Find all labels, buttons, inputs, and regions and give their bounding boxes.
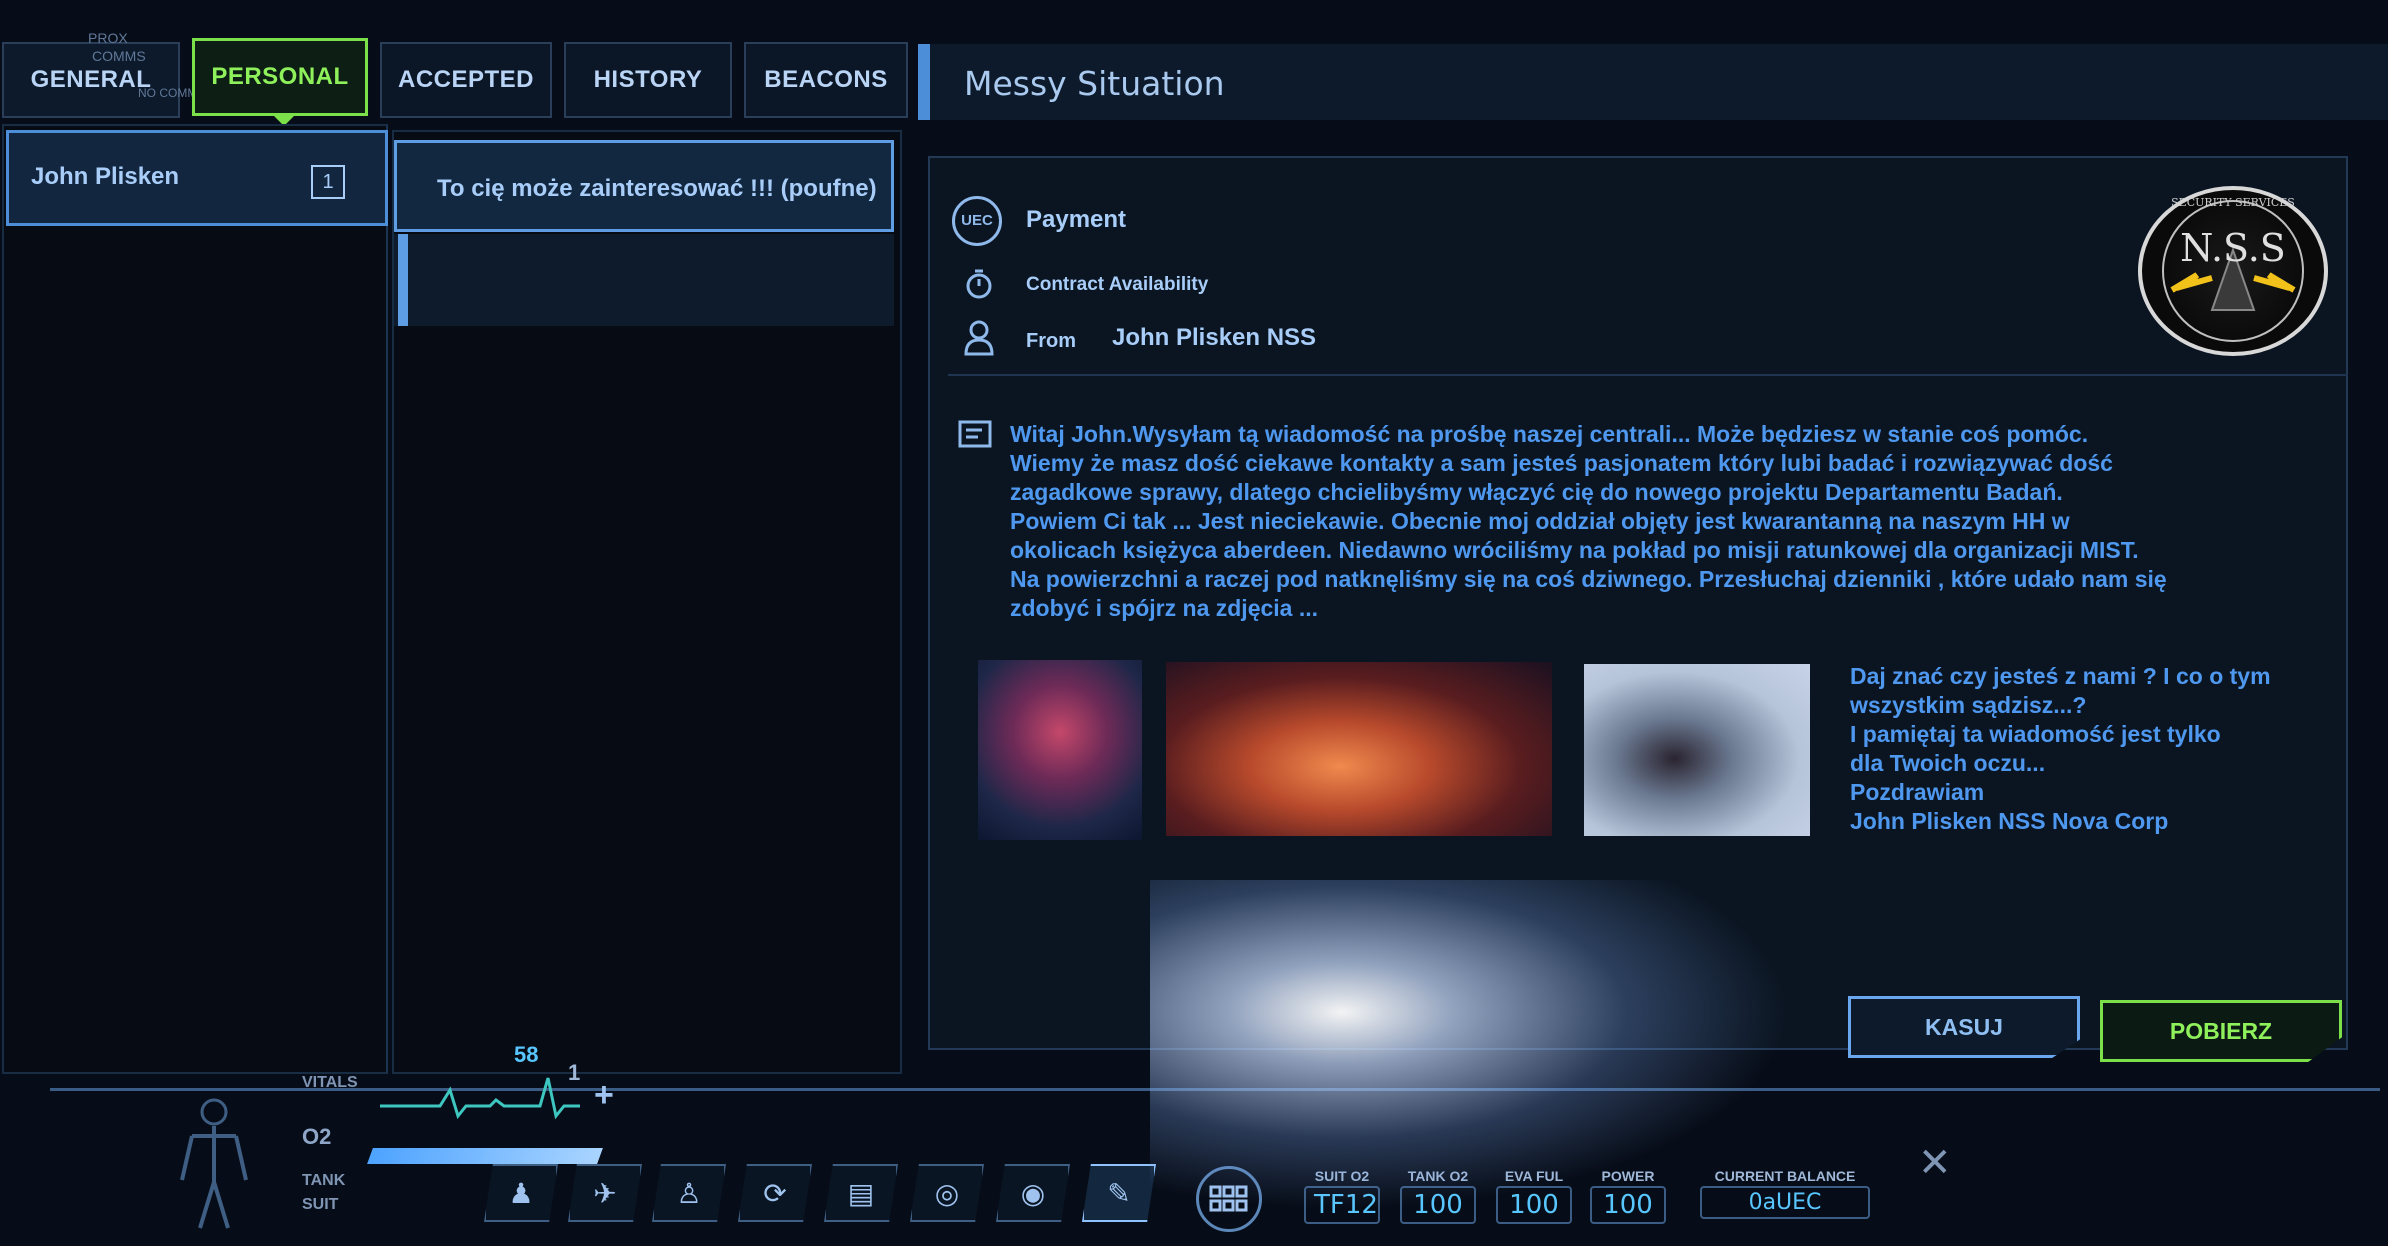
dock-security-button[interactable]: ◉: [996, 1164, 1070, 1222]
message-closing-text: Daj znać czy jesteś z nami ? I co o tym …: [1850, 663, 2271, 834]
nss-logo-text: N.S.S: [2180, 226, 2286, 270]
download-button-label: POBIERZ: [2169, 1017, 2273, 1044]
message-list-item[interactable]: To cię może zainteresować !!! (poufne): [394, 140, 894, 232]
header-divider: [948, 374, 2348, 376]
tab-accepted[interactable]: ACCEPTED: [380, 42, 552, 118]
dock-character-button[interactable]: ♙: [652, 1164, 726, 1222]
contact-name: John Plisken: [31, 163, 180, 190]
scroll-indicator: [398, 234, 408, 326]
map-icon: ◎: [934, 1177, 960, 1209]
attachment-photo-3[interactable]: [1584, 664, 1810, 836]
tab-personal-label: PERSONAL: [211, 63, 349, 90]
stat-tank-o2: TANK O2 100: [1400, 1168, 1476, 1224]
person-icon: ♙: [676, 1177, 702, 1209]
message-title-bar: Messy Situation: [918, 44, 2388, 120]
grid-icon: [1209, 1185, 1248, 1212]
from-value: John Plisken NSS: [1112, 324, 1317, 351]
o2-gauge-bar: [367, 1148, 603, 1164]
current-balance: CURRENT BALANCE 0aUEC: [1700, 1168, 1870, 1219]
contracts-icon: ✎: [1107, 1177, 1131, 1209]
stat-value: TF12: [1304, 1186, 1380, 1224]
tab-general[interactable]: GENERAL: [2, 42, 180, 118]
tab-history[interactable]: HISTORY: [564, 42, 732, 118]
message-subject: To cię może zainteresować !!! (poufne): [437, 175, 877, 202]
security-icon: ◉: [1020, 1177, 1046, 1209]
contract-availability-label: Contract Availability: [1026, 274, 1209, 295]
tab-personal[interactable]: PERSONAL: [192, 38, 368, 116]
ship-icon: ✈: [593, 1177, 617, 1209]
stat-label: SUIT O2: [1314, 1168, 1370, 1184]
attachment-photo-2[interactable]: [1166, 662, 1552, 836]
stat-label: TANK O2: [1407, 1168, 1469, 1184]
dock-mobiglas-button[interactable]: ▤: [824, 1164, 898, 1222]
cart-icon: ▤: [847, 1177, 875, 1209]
nss-logo-ring-text: SECURITY SERVICES: [2171, 196, 2295, 209]
message-body-text: Witaj John.Wysyłam tą wiadomość na prośb…: [1010, 421, 2167, 621]
from-label: From: [1026, 330, 1076, 352]
tab-accepted-label: ACCEPTED: [397, 66, 534, 93]
stat-suit-o2: SUIT O2 TF12: [1304, 1168, 1380, 1224]
dock-contacts-button[interactable]: ♟: [484, 1164, 558, 1222]
body-silhouette-icon: [164, 1096, 264, 1237]
stat-power: POWER 100: [1590, 1168, 1666, 1224]
dock-commlink-button[interactable]: ⟳: [738, 1164, 812, 1222]
stat-value: 100: [1496, 1186, 1572, 1224]
tab-general-label: GENERAL: [30, 66, 152, 93]
gauge-marker: 1: [568, 1060, 581, 1085]
attachment-photo-1[interactable]: [978, 660, 1142, 840]
suit-label: SUIT: [302, 1196, 339, 1213]
people-icon: ♟: [508, 1177, 534, 1209]
add-icon[interactable]: +: [594, 1076, 614, 1115]
payment-label: Payment: [1026, 206, 1127, 233]
heart-rate-value: 58: [514, 1042, 539, 1067]
stat-eva-fuel: EVA FUL 100: [1496, 1168, 1572, 1224]
stat-label: POWER: [1601, 1168, 1655, 1184]
tab-beacons-label: BEACONS: [764, 66, 888, 93]
user-icon: [964, 320, 994, 361]
close-icon[interactable]: ✕: [1918, 1140, 1952, 1186]
dock-contracts-button[interactable]: ✎: [1082, 1164, 1156, 1222]
delete-button-label: KASUJ: [1925, 1013, 2003, 1040]
dock-map-button[interactable]: ◎: [910, 1164, 984, 1222]
tank-label: TANK: [302, 1172, 346, 1189]
balance-value: 0aUEC: [1700, 1186, 1870, 1219]
message-body-icon: [958, 420, 992, 453]
stopwatch-icon: [964, 268, 994, 305]
tab-history-label: HISTORY: [593, 66, 703, 93]
comms-label: COMMS: [92, 48, 146, 64]
contact-item-john-plisken[interactable]: John Plisken 1: [6, 130, 388, 226]
o2-label: O2: [302, 1124, 332, 1149]
nss-logo: N.S.S SECURITY SERVICES: [2138, 186, 2328, 356]
message-list-empty-slot: [394, 234, 894, 326]
prox-label: PROX: [88, 30, 128, 46]
page-title: Messy Situation: [964, 64, 1225, 103]
balance-label: CURRENT BALANCE: [1714, 1168, 1856, 1184]
vitals-label: VITALS: [302, 1074, 358, 1091]
stat-value: 100: [1400, 1186, 1476, 1224]
uec-icon: UEC: [952, 196, 1002, 246]
dock-ship-button[interactable]: ✈: [568, 1164, 642, 1222]
tab-beacons[interactable]: BEACONS: [744, 42, 908, 118]
contacts-column: [2, 124, 388, 1074]
app-grid-button[interactable]: [1196, 1166, 1262, 1232]
commlink-icon: ⟳: [763, 1177, 787, 1209]
stat-value: 100: [1590, 1186, 1666, 1224]
heartbeat-graph: [380, 1070, 580, 1125]
delete-button[interactable]: KASUJ: [1848, 996, 2080, 1058]
unread-count-badge: 1: [311, 165, 345, 199]
stat-label: EVA FUL: [1504, 1168, 1564, 1184]
download-button[interactable]: POBIERZ: [2100, 1000, 2342, 1062]
